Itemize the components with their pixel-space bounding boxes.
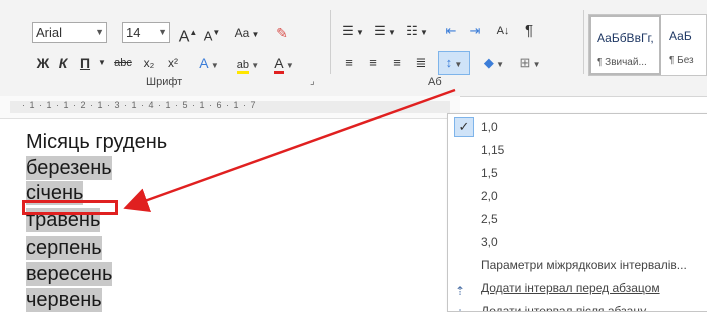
spacing-option[interactable]: 2,0	[448, 185, 706, 207]
text-effects-button[interactable]: A ▼	[194, 52, 224, 74]
style-normal[interactable]: АаБбВвГг, ¶ Звичай...	[589, 15, 661, 75]
style-name: ¶ Без	[669, 55, 694, 66]
spacing-option[interactable]: 1,5	[448, 162, 706, 184]
style-sample: АаБ	[669, 29, 692, 43]
group-divider	[583, 10, 584, 74]
strikethrough-button[interactable]: abc	[110, 52, 136, 74]
show-marks-button[interactable]: ¶	[518, 20, 540, 42]
spacing-option[interactable]: 2,5	[448, 208, 706, 230]
multilevel-list-button[interactable]: ☷ ▼	[402, 20, 432, 42]
add-space-after-item[interactable]: ⇣ Додати інтервал після абзацу	[448, 300, 706, 311]
font-group-label: Шрифт	[146, 76, 183, 88]
spacing-option[interactable]: 3,0	[448, 231, 706, 253]
style-sample: АаБбВвГг,	[597, 31, 654, 45]
font-size-value: 14	[126, 25, 141, 40]
add-space-before-item[interactable]: ⇡ Додати інтервал перед абзацом	[448, 277, 706, 299]
dialog-launcher-icon[interactable]: ⌟	[310, 76, 315, 87]
document-line[interactable]: серпень	[26, 236, 102, 260]
line-spacing-menu: ✓ 1,0 1,15 1,5 2,0 2,5 3,0 Параметри між…	[447, 113, 707, 312]
align-right-icon[interactable]: ≡	[386, 52, 408, 74]
italic-button[interactable]: К	[54, 52, 72, 74]
styles-gallery: АаБбВвГг, ¶ Звичай... АаБ ¶ Без	[588, 14, 707, 76]
sort-button[interactable]: A↓	[492, 20, 514, 42]
underline-button[interactable]: П	[76, 52, 94, 74]
clear-formatting-icon[interactable]: ✎	[272, 22, 292, 44]
superscript-button[interactable]: x²	[162, 52, 184, 74]
align-left-icon[interactable]: ≡	[338, 52, 360, 74]
style-name: ¶ Звичай...	[597, 57, 647, 68]
spacing-option[interactable]: 1,15	[448, 139, 706, 161]
highlight-button[interactable]: ab ▼	[232, 52, 264, 74]
align-center-icon[interactable]: ≡	[362, 52, 384, 74]
bullets-button[interactable]: ☰ ▼	[338, 20, 368, 42]
bold-button[interactable]: Ж	[34, 52, 52, 74]
font-name-box[interactable]: Arial ▼	[32, 22, 107, 43]
grow-font-button[interactable]: A▲	[178, 22, 198, 45]
document-line[interactable]: вересень	[26, 262, 113, 286]
document-line[interactable]: Місяць грудень	[26, 130, 167, 154]
decrease-indent-icon[interactable]: ⇤	[440, 20, 462, 42]
ribbon: Arial ▼ 14 ▼ A▲ A▼ Aa ▼ ✎ Ж К П ▼ abc x₂…	[0, 0, 707, 97]
document-line[interactable]: червень	[26, 288, 102, 312]
subscript-button[interactable]: x₂	[138, 52, 160, 74]
spacing-options-link[interactable]: Параметри міжрядкових інтервалів...	[448, 254, 706, 276]
borders-button[interactable]: ⊞ ▼	[514, 52, 546, 74]
font-color-button[interactable]: A ▼	[268, 52, 300, 74]
group-divider	[330, 10, 331, 74]
space-before-icon: ⇡	[455, 284, 466, 298]
font-name-value: Arial	[36, 25, 63, 40]
spacing-option[interactable]: ✓ 1,0	[448, 116, 706, 138]
style-no-spacing[interactable]: АаБ ¶ Без	[663, 15, 707, 75]
chevron-down-icon[interactable]: ▼	[96, 52, 108, 74]
annotation-box	[22, 200, 118, 215]
ruler-scale: · 1 · 1 · 1 · 2 · 1 · 3 · 1 · 4 · 1 · 5 …	[22, 100, 257, 110]
horizontal-ruler[interactable]: · 1 · 1 · 1 · 2 · 1 · 3 · 1 · 4 · 1 · 5 …	[0, 96, 460, 119]
line-spacing-button[interactable]: ↕ ▼	[438, 51, 470, 75]
numbering-button[interactable]: ☰ ▼	[370, 20, 400, 42]
increase-indent-icon[interactable]: ⇥	[464, 20, 486, 42]
checkmark-icon: ✓	[454, 117, 474, 137]
shrink-font-button[interactable]: A▼	[202, 22, 222, 44]
change-case-button[interactable]: Aa ▼	[232, 22, 262, 44]
shading-button[interactable]: ◆ ▼	[478, 52, 510, 74]
ruler-strip: · 1 · 1 · 1 · 2 · 1 · 3 · 1 · 4 · 1 · 5 …	[10, 100, 450, 113]
font-size-box[interactable]: 14 ▼	[122, 22, 170, 43]
justify-icon[interactable]: ≣	[410, 52, 432, 74]
chevron-down-icon: ▼	[95, 27, 104, 37]
chevron-down-icon: ▼	[158, 27, 167, 37]
paragraph-group-label: Аб	[428, 76, 442, 88]
document-line[interactable]: березень	[26, 156, 112, 180]
